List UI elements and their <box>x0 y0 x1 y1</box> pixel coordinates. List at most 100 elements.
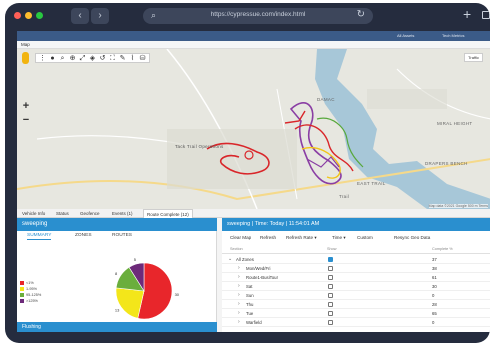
show-checkbox[interactable] <box>328 302 333 307</box>
legend-swatch <box>20 281 24 285</box>
table-row[interactable]: › Sat 30 <box>222 282 490 291</box>
fullscreen-icon[interactable]: ⤢ <box>78 54 87 62</box>
tab-route-complete[interactable]: Route Complete (12) <box>143 209 193 218</box>
zoom-in-tool-icon[interactable]: ⊕ <box>68 54 77 62</box>
legend-label: 1-95% <box>26 287 37 291</box>
back-button[interactable]: ‹ <box>71 8 89 24</box>
expand-icon[interactable]: › <box>238 274 240 280</box>
refresh-button[interactable]: Refresh <box>260 235 276 240</box>
map-label: Tack Trail Operations <box>175 144 224 149</box>
address-bar[interactable]: ⌕ https://cypressue.com/index.html ↻ <box>143 8 373 24</box>
routes-toolbar: Clear Map Refresh Refresh Rate ▾ Time ▾ … <box>222 233 490 243</box>
show-checkbox[interactable] <box>328 311 333 316</box>
show-checkbox[interactable] <box>328 266 333 271</box>
pie-slice-value: 8 <box>115 271 118 276</box>
expand-icon[interactable]: ⛶ <box>108 54 117 62</box>
show-checkbox[interactable] <box>328 284 333 289</box>
map-type-select[interactable]: Map <box>21 42 30 47</box>
reload-icon[interactable]: ↻ <box>357 9 365 20</box>
tab-events[interactable]: Events (1) <box>109 209 136 218</box>
maximize-dot[interactable] <box>36 12 43 19</box>
complete-percent: 0 <box>432 320 435 325</box>
map-selector-bar: Map <box>17 41 490 49</box>
tabs-overview-icon[interactable] <box>482 11 490 19</box>
database-icon[interactable]: ⛁ <box>138 54 147 62</box>
expand-icon[interactable]: › <box>238 319 240 325</box>
table-row[interactable]: › Tue 65 <box>222 309 490 318</box>
panel-tabs: SUMMARY ZONES ROUTES <box>17 233 217 243</box>
expand-icon[interactable]: › <box>238 301 240 307</box>
tab-summary[interactable]: SUMMARY <box>27 233 52 240</box>
street-view-pegman-icon[interactable] <box>22 52 29 64</box>
expand-icon[interactable]: › <box>238 265 240 271</box>
show-checkbox[interactable] <box>328 275 333 280</box>
completion-pie-chart: 30 13 8 5 <box>115 258 180 320</box>
metrics-filter[interactable]: Tech Metrics <box>442 33 464 38</box>
edit-icon[interactable]: ✎ <box>118 54 127 62</box>
pan-icon[interactable]: ⋮ <box>38 54 47 62</box>
search-icon[interactable]: ⌕ <box>58 54 67 62</box>
assets-filter[interactable]: All Assets <box>397 33 414 38</box>
clear-map-button[interactable]: Clear Map <box>230 235 251 240</box>
layers-icon[interactable]: ◈ <box>88 54 97 62</box>
traffic-toggle[interactable]: Traffic <box>464 53 483 62</box>
pie-slice-value: 30 <box>175 292 180 297</box>
expand-icon[interactable]: › <box>238 292 240 298</box>
show-checkbox[interactable] <box>328 257 333 262</box>
column-header: Section <box>230 247 243 251</box>
table-row[interactable]: › Route1-BusiTour 61 <box>222 273 490 282</box>
app-viewport: All Assets Tech Metrics Map ⋮ ● ⌕ ⊕ ⤢ ◈ … <box>17 31 490 332</box>
complete-percent: 37 <box>432 257 437 262</box>
panel-title: sweeping <box>17 218 217 231</box>
column-header: Complete % <box>432 247 453 251</box>
forward-button[interactable]: › <box>91 8 109 24</box>
tab-vehicle-info[interactable]: Vehicle Info <box>19 209 48 218</box>
legend-item: >125% <box>20 298 41 304</box>
pie-slice-value: 13 <box>115 308 120 313</box>
map-label: MIRAL HEIGHT <box>437 121 473 126</box>
browser-window: ‹ › ⌕ https://cypressue.com/index.html ↻… <box>5 3 490 343</box>
ruler-icon[interactable]: ⌇ <box>128 54 137 62</box>
map-view[interactable]: ⋮ ● ⌕ ⊕ ⤢ ◈ ↺ ⛶ ✎ ⌇ ⛁ + − Traffic Tack T… <box>17 49 490 209</box>
tab-geofence[interactable]: Geofence <box>77 209 103 218</box>
table-row[interactable]: › Warfield 0 <box>222 318 490 327</box>
rotate-icon[interactable]: ↺ <box>98 54 107 62</box>
legend-label: >125% <box>26 299 38 303</box>
complete-percent: 65 <box>432 311 437 316</box>
section-name: Mon/Wed/Fri <box>246 266 271 271</box>
close-dot[interactable] <box>14 12 21 19</box>
marker-icon[interactable]: ● <box>48 54 57 62</box>
section-name: All Zones <box>236 257 254 262</box>
time-dropdown[interactable]: Time ▾ <box>332 235 346 241</box>
tab-zones[interactable]: ZONES <box>75 233 92 238</box>
tab-status[interactable]: Status <box>53 209 72 218</box>
column-header: Show <box>327 247 337 251</box>
zoom-in-button[interactable]: + <box>21 99 31 113</box>
section-name: Tue <box>246 311 254 316</box>
refresh-rate-dropdown[interactable]: Refresh Rate ▾ <box>286 235 317 241</box>
expand-icon[interactable]: › <box>238 283 240 289</box>
zoom-out-button[interactable]: − <box>21 113 31 127</box>
table-row[interactable]: › Sun 0 <box>222 291 490 300</box>
collapse-icon[interactable]: ⌄ <box>228 256 232 262</box>
minimize-dot[interactable] <box>25 12 32 19</box>
routes-panel-title: sweeping | Time: Today | 11:54:01 AM <box>222 218 490 231</box>
show-checkbox[interactable] <box>328 320 333 325</box>
table-row[interactable]: › Mon/Wed/Fri 38 <box>222 264 490 273</box>
legend-swatch <box>20 293 24 297</box>
tab-routes[interactable]: ROUTES <box>112 233 132 238</box>
table-row[interactable]: › Thu 28 <box>222 300 490 309</box>
table-row[interactable]: ⌄ All Zones 37 <box>222 255 490 264</box>
map-label: Trail <box>339 194 350 199</box>
legend-label: <1% <box>26 281 34 285</box>
new-tab-icon[interactable]: + <box>463 6 471 22</box>
show-checkbox[interactable] <box>328 293 333 298</box>
section-name: Warfield <box>246 320 262 325</box>
bottom-tabs: Vehicle Info Status Geofence Events (1) … <box>17 209 490 218</box>
complete-percent: 38 <box>432 266 437 271</box>
section-name: Sat <box>246 284 253 289</box>
panel-footer[interactable]: Flushing <box>17 322 217 332</box>
resync-geo-button[interactable]: Resync Geo Data <box>394 235 430 240</box>
expand-icon[interactable]: › <box>238 310 240 316</box>
custom-button[interactable]: Custom <box>357 235 373 240</box>
